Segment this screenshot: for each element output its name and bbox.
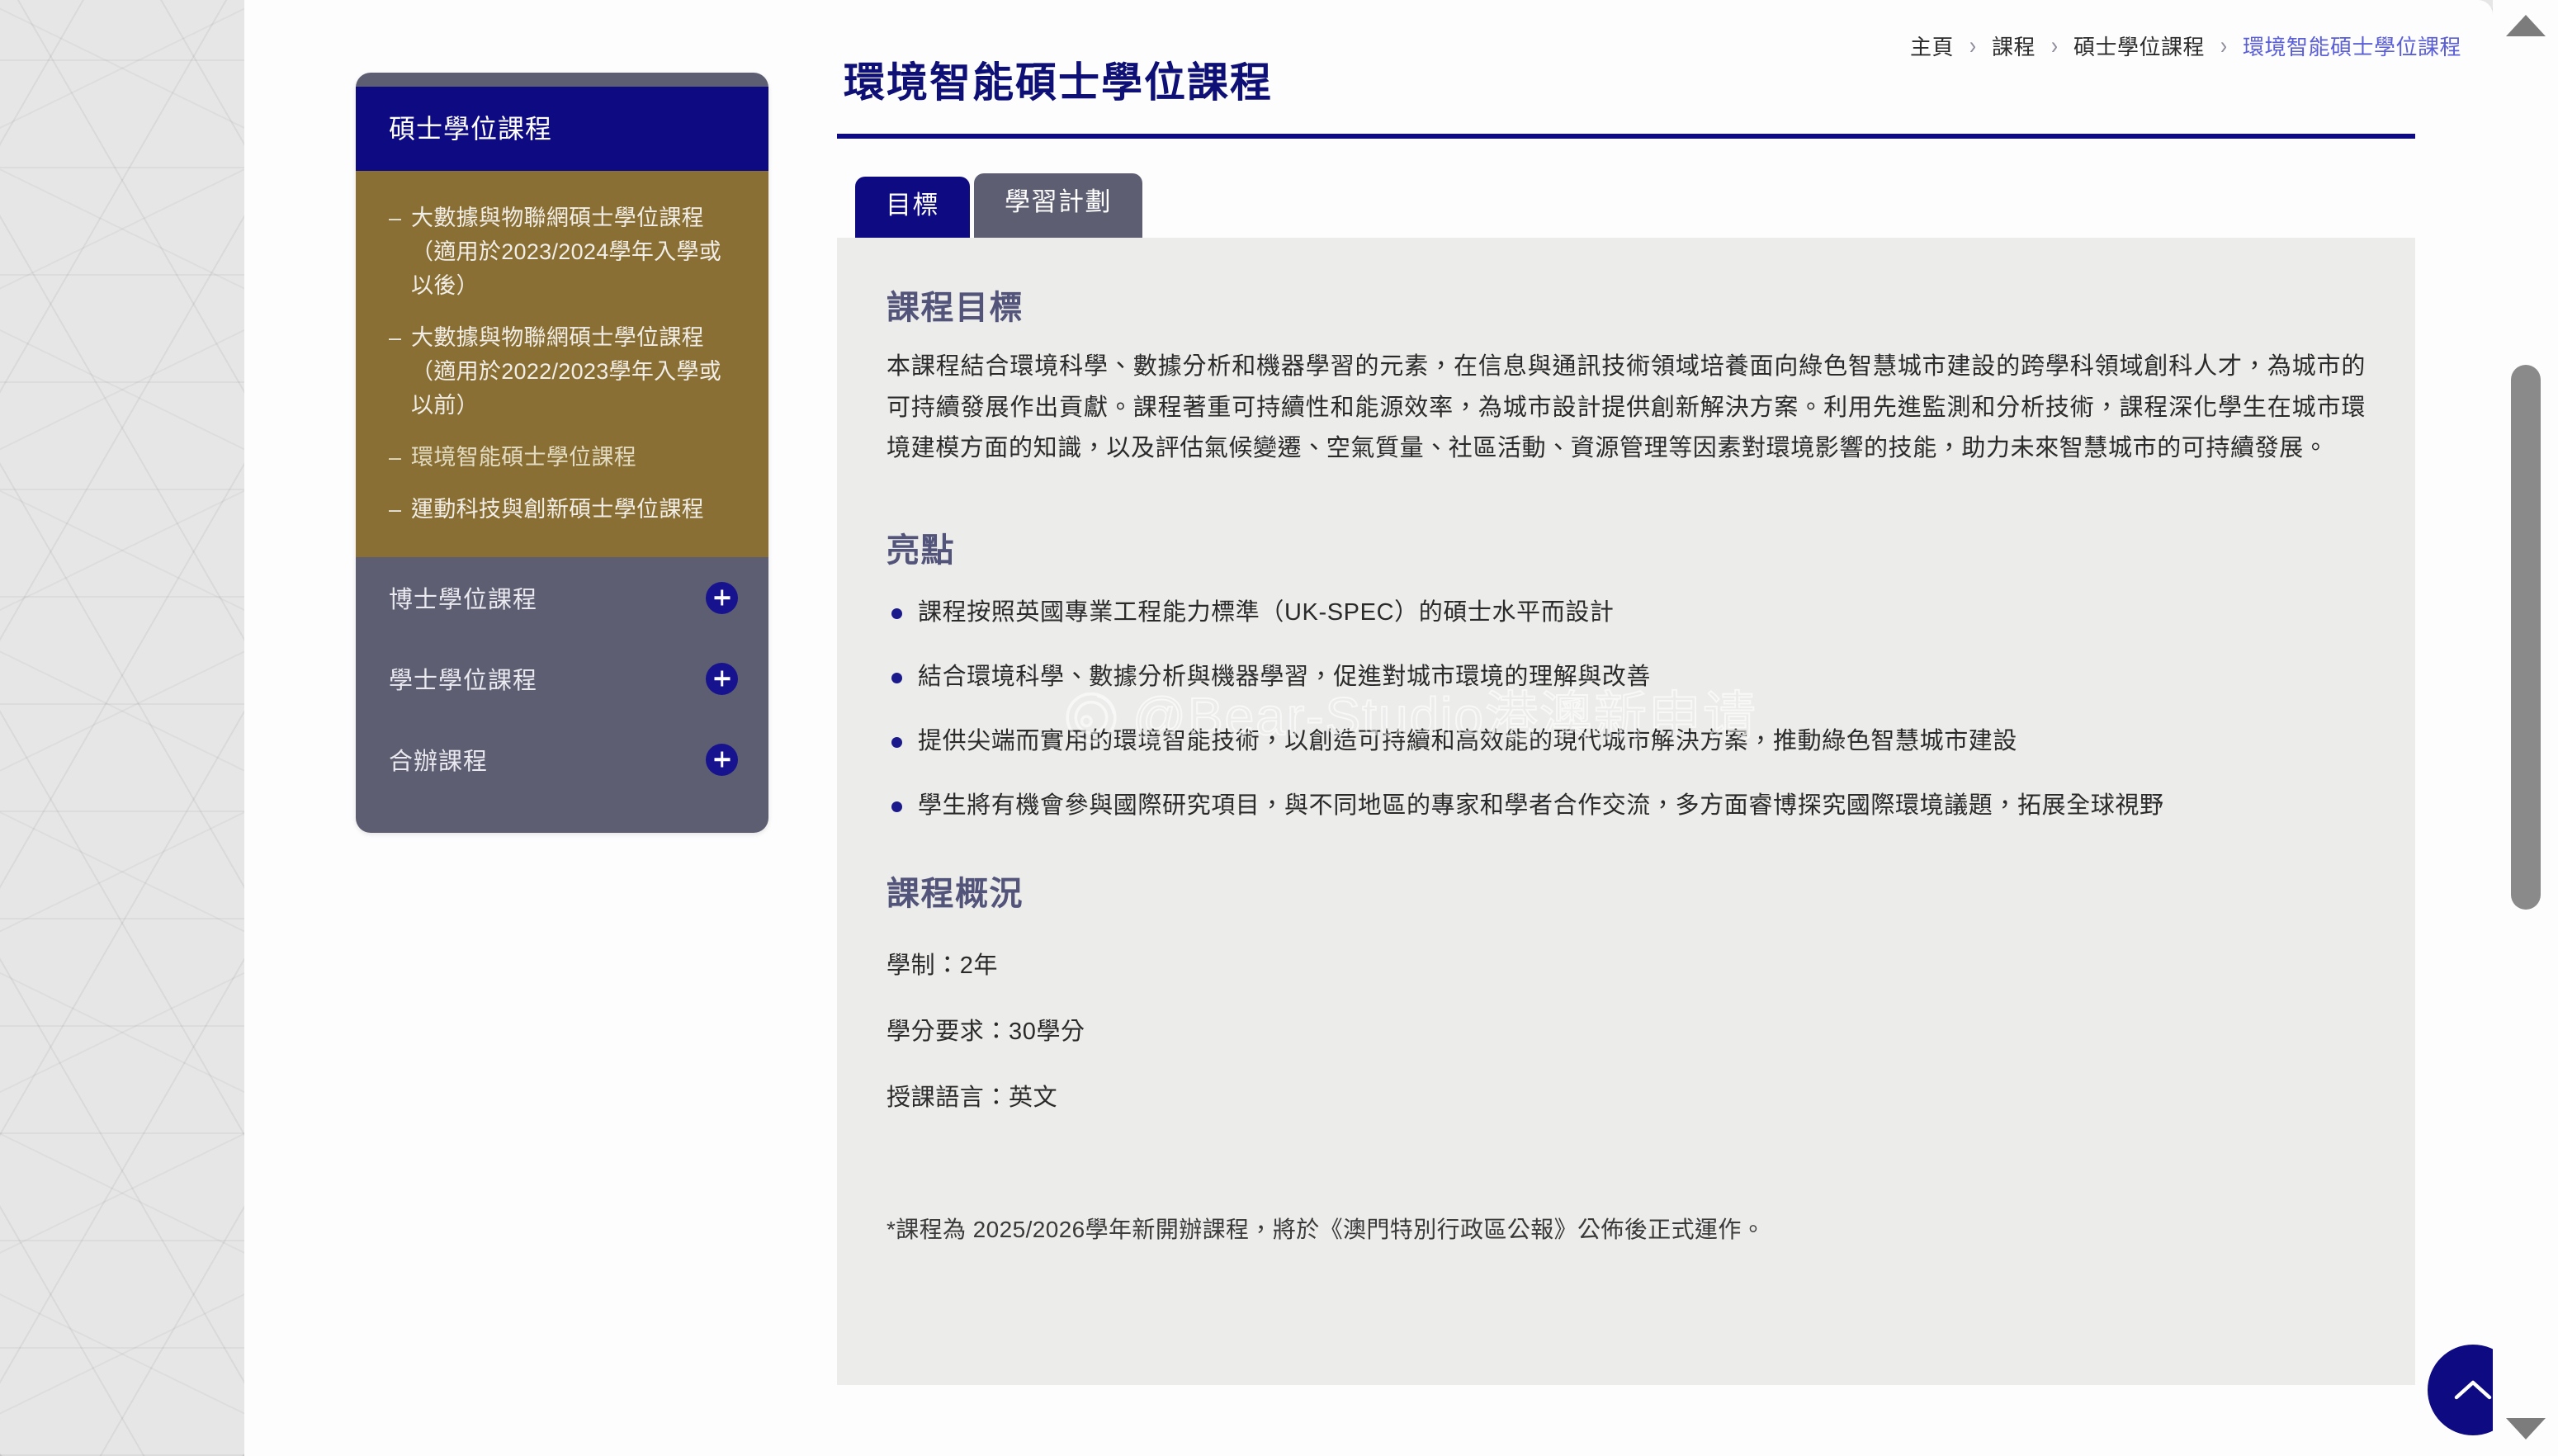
content-tabs: 目標 學習計劃	[837, 173, 2415, 238]
sidebar-header: 碩士學位課程	[356, 87, 768, 171]
sidebar-item-label: 運動科技與創新碩士學位課程	[411, 497, 704, 522]
sidebar-group-bachelor[interactable]: 學士學位課程	[356, 638, 768, 719]
title-divider	[837, 134, 2415, 139]
plus-icon[interactable]	[706, 743, 738, 776]
list-item: 結合環境科學、數據分析與機器學習，促進對城市環境的理解與改善	[887, 657, 2366, 698]
tab-study-plan[interactable]: 學習計劃	[974, 173, 1142, 238]
list-item: 課程按照英國專業工程能力標準（UK-SPEC）的碩士水平而設計	[887, 593, 2366, 634]
scrollbar-thumb[interactable]	[2510, 365, 2541, 910]
bullet-dash-icon: –	[389, 445, 402, 470]
vertical-scrollbar[interactable]	[2493, 0, 2558, 1456]
sidebar-item-bigdata-iot-2022[interactable]: – 大數據與物聯網碩士學位課程（適用於2022/2023學年入學或以前）	[356, 312, 768, 432]
highlights-heading: 亮點	[887, 532, 955, 570]
tab-objectives[interactable]: 目標	[855, 177, 970, 238]
main-content: 環境智能碩士學位課程 目標 學習計劃 課程目標 本課程結合環境科學、數據分析和機…	[837, 50, 2415, 1385]
fact-language: 授課語言：英文	[887, 1084, 1058, 1111]
sidebar-group-joint[interactable]: 合辦課程	[356, 719, 768, 800]
plus-icon[interactable]	[706, 662, 738, 695]
sidebar-group-label: 合辦課程	[389, 749, 489, 775]
objectives-heading: 課程目標	[887, 289, 1024, 326]
list-item: 提供尖端而實用的環境智能技術，以創造可持續和高效能的現代城市解決方案，推動綠色智…	[887, 721, 2366, 763]
sidebar-item-label: 環境智能碩士學位課程	[411, 445, 637, 470]
overview-heading: 課程概況	[887, 875, 1024, 912]
sidebar-group-doctoral[interactable]: 博士學位課程	[356, 557, 768, 638]
browser-viewport: 主頁 › 課程 › 碩士學位課程 › 環境智能碩士學位課程 碩士學位課程 – 大…	[0, 0, 2558, 1456]
scroll-to-top-button[interactable]	[2428, 1345, 2493, 1435]
list-item: 學生將有機會參與國際研究項目，與不同地區的專家和學者合作交流，多方面睿博探究國際…	[887, 786, 2366, 827]
bullet-dash-icon: –	[389, 206, 402, 230]
tab-panel-objectives: 課程目標 本課程結合環境科學、數據分析和機器學習的元素，在信息與通訊技術領域培養…	[837, 237, 2415, 1385]
sidebar-item-label: 大數據與物聯網碩士學位課程（適用於2022/2023學年入學或以前）	[411, 325, 722, 418]
chevron-up-icon	[2454, 1380, 2492, 1400]
sidebar-item-environmental-intelligence[interactable]: – 環境智能碩士學位課程	[356, 432, 768, 484]
fact-credits: 學分要求：30學分	[887, 1018, 1085, 1045]
scroll-up-arrow-icon[interactable]	[2505, 15, 2546, 36]
background-pattern-left	[0, 0, 244, 1456]
fact-duration: 學制：2年	[887, 952, 999, 979]
objectives-paragraph: 本課程結合環境科學、數據分析和機器學習的元素，在信息與通訊技術領域培養面向綠色智…	[887, 352, 2366, 462]
bullet-dash-icon: –	[389, 325, 402, 350]
page-content-area: 主頁 › 課程 › 碩士學位課程 › 環境智能碩士學位課程 碩士學位課程 – 大…	[244, 0, 2493, 1456]
sidebar-master-programme-list: – 大數據與物聯網碩士學位課程（適用於2023/2024學年入學或以後） – 大…	[356, 171, 768, 557]
sidebar-item-bigdata-iot-2023[interactable]: – 大數據與物聯網碩士學位課程（適用於2023/2024學年入學或以後）	[356, 192, 768, 312]
plus-icon[interactable]	[706, 581, 738, 614]
sidebar-item-label: 大數據與物聯網碩士學位課程（適用於2023/2024學年入學或以後）	[411, 206, 722, 298]
sidebar-item-sports-technology[interactable]: – 運動科技與創新碩士學位課程	[356, 484, 768, 536]
sidebar-group-label: 博士學位課程	[389, 587, 538, 613]
bullet-dash-icon: –	[389, 497, 402, 522]
footnote: *課程為 2025/2026學年新開辦課程，將於《澳門特別行政區公報》公佈後正式…	[887, 1216, 1766, 1242]
sidebar-header-title: 碩士學位課程	[389, 114, 553, 144]
sidebar-group-label: 學士學位課程	[389, 668, 538, 694]
scroll-down-arrow-icon[interactable]	[2505, 1418, 2546, 1439]
programme-sidebar: 碩士學位課程 – 大數據與物聯網碩士學位課程（適用於2023/2024學年入學或…	[356, 73, 768, 833]
highlights-list: 課程按照英國專業工程能力標準（UK-SPEC）的碩士水平而設計 結合環境科學、數…	[887, 593, 2366, 827]
page-title: 環境智能碩士學位課程	[844, 59, 1273, 106]
